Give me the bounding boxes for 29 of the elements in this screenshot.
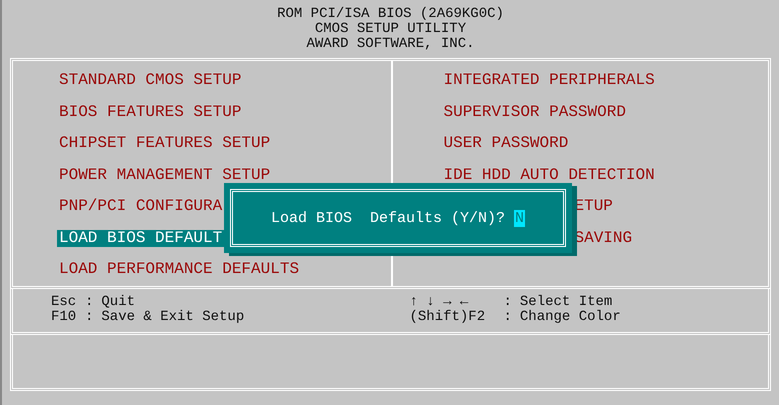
dialog-prompt: Load BIOS Defaults (Y/N)? (270, 210, 506, 226)
separator-colon: : (504, 310, 512, 324)
menu-item[interactable]: LOAD PERFORMANCE DEFAULTS (57, 261, 302, 278)
key-action: Select Item (520, 294, 612, 310)
header-title: AWARD SOFTWARE, INC. (306, 36, 475, 52)
key-action: Quit (101, 294, 136, 310)
answer-field[interactable]: N (514, 210, 526, 226)
key-label: ↑ ↓ → ← (410, 294, 470, 310)
menu-item[interactable]: USER PASSWORD (442, 135, 570, 152)
key-label: F10 (51, 310, 77, 324)
menu-item[interactable]: IDE HDD AUTO DETECTION (442, 166, 657, 184)
menu-item[interactable]: CHIPSET FEATURES SETUP (57, 135, 272, 152)
menu-item[interactable]: BIOS FEATURES SETUP (57, 104, 244, 121)
menu-item[interactable]: LOAD BIOS DEFAULT (57, 230, 224, 247)
menu-item[interactable]: POWER MANAGEMENT SETUP (57, 166, 272, 184)
header-title: ROM PCI/ISA BIOS (2A69KG0C) (277, 6, 504, 22)
menu-item[interactable]: INTEGRATED PERIPHERALS (442, 72, 657, 90)
key-action: Save & Exit Setup (101, 310, 244, 324)
separator-colon: : (85, 310, 94, 324)
menu-item[interactable]: PNP/PCI CONFIGURA (57, 198, 224, 216)
menu-item[interactable]: SAVING (572, 230, 634, 247)
menu-item[interactable]: STANDARD CMOS SETUP (57, 72, 244, 90)
menu-item[interactable]: SUPERVISOR PASSWORD (442, 104, 628, 121)
separator-colon: : (85, 294, 94, 310)
header-title: CMOS SETUP UTILITY (314, 22, 466, 36)
key-action: Change Color (520, 310, 621, 324)
key-label: Esc (51, 294, 77, 310)
separator-colon: : (504, 294, 512, 310)
key-label: (Shift)F2 (410, 310, 486, 324)
